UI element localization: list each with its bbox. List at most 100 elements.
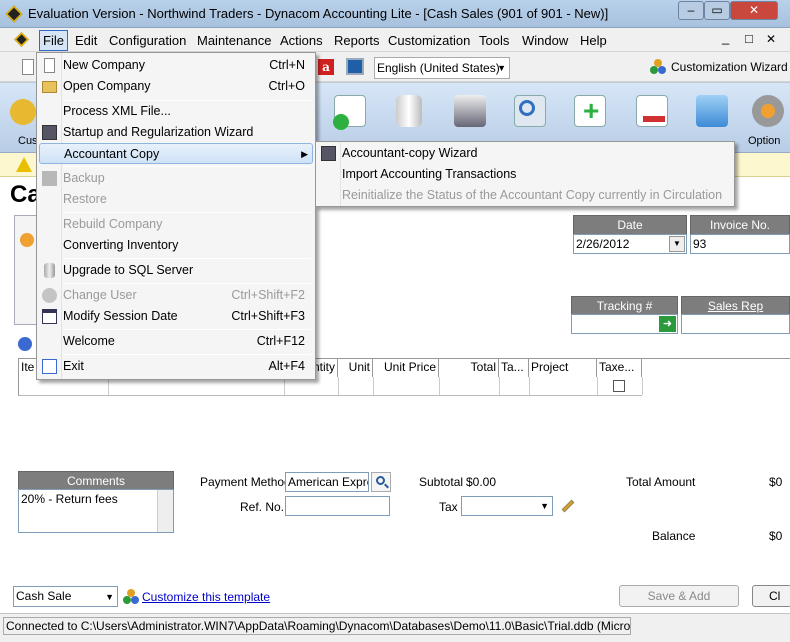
date-field[interactable]: 2/26/2012 ▼ — [573, 234, 687, 254]
menu-converting-inventory-label: Converting Inventory — [63, 238, 179, 252]
taxed-checkbox[interactable] — [613, 380, 625, 392]
disk-icon — [42, 171, 57, 186]
menu-open-company-shortcut: Ctrl+O — [268, 79, 305, 93]
database-icon[interactable] — [396, 95, 422, 127]
menu-welcome-shortcut: Ctrl+F12 — [256, 334, 305, 348]
customer-icon[interactable] — [10, 99, 36, 125]
menu-reports[interactable]: Reports — [334, 33, 380, 48]
menu-bar: File Edit Configuration Maintenance Acti… — [0, 28, 790, 52]
file-menu-dropdown: New Company Ctrl+N Open Company Ctrl+O P… — [36, 52, 316, 380]
menu-startup-wizard[interactable]: Startup and Regularization Wizard — [39, 122, 313, 143]
arrow-right-icon[interactable]: ➜ — [659, 316, 676, 332]
menu-edit[interactable]: Edit — [75, 33, 97, 48]
menu-new-company[interactable]: New Company Ctrl+N — [39, 55, 313, 76]
menu-accountant-copy-wizard[interactable]: Accountant-copy Wizard — [318, 143, 732, 164]
new-document-icon[interactable] — [22, 59, 34, 75]
menu-separator — [63, 283, 311, 284]
ref-no-field[interactable] — [285, 496, 390, 516]
menu-modify-session[interactable]: Modify Session Date Ctrl+Shift+F3 — [39, 306, 313, 327]
customization-wizard-icon — [650, 59, 666, 75]
menu-configuration[interactable]: Configuration — [109, 33, 186, 48]
sales-rep-field[interactable] — [681, 314, 790, 334]
menu-modify-session-label: Modify Session Date — [63, 309, 178, 323]
add-line-icon[interactable]: + — [574, 95, 606, 127]
menu-open-company[interactable]: Open Company Ctrl+O — [39, 76, 313, 97]
menu-rebuild-company[interactable]: Rebuild Company — [39, 214, 313, 235]
menu-accountant-copy-wizard-label: Accountant-copy Wizard — [342, 146, 478, 160]
doc-type-select[interactable]: Cash Sale ▼ — [13, 586, 118, 607]
menu-converting-inventory[interactable]: Converting Inventory — [39, 235, 313, 256]
menu-new-company-label: New Company — [63, 58, 145, 72]
language-select[interactable]: English (United States) ▼ — [374, 57, 510, 79]
menu-customization[interactable]: Customization — [388, 33, 470, 48]
minimize-button[interactable]: – — [678, 1, 704, 20]
menu-upgrade-sql-label: Upgrade to SQL Server — [63, 263, 194, 277]
items-icon — [18, 337, 32, 351]
menu-accountant-copy[interactable]: Accountant Copy ▶ — [39, 143, 313, 164]
menu-accountant-copy-label: Accountant Copy — [64, 147, 160, 161]
email-icon[interactable] — [696, 95, 728, 127]
close-form-button[interactable]: Cl — [752, 585, 790, 607]
invoice-field[interactable]: 93 — [690, 234, 790, 254]
customization-wizard-button[interactable]: Customization Wizard — [671, 60, 788, 74]
payment-method-field[interactable]: American Expres — [285, 472, 369, 492]
customer-lookup-icon[interactable] — [20, 233, 34, 247]
customer-label: Cus — [18, 135, 38, 147]
col-unit-price: Unit Price — [373, 359, 439, 377]
menu-help[interactable]: Help — [580, 33, 607, 48]
menu-window[interactable]: Window — [522, 33, 568, 48]
status-text: Connected to C:\Users\Administrator.WIN7… — [3, 617, 631, 635]
maximize-button[interactable]: ▭ — [704, 1, 730, 20]
customize-template-link[interactable]: Customize this template — [142, 590, 270, 604]
col-total: Total — [439, 359, 499, 377]
chevron-down-icon: ▼ — [540, 501, 549, 511]
report-icon[interactable]: a — [318, 59, 334, 75]
menu-restore-label: Restore — [63, 192, 107, 206]
sales-rep-header[interactable]: Sales Rep — [681, 296, 790, 316]
menu-exit-shortcut: Alt+F4 — [268, 359, 305, 373]
menu-backup[interactable]: Backup — [39, 168, 313, 189]
printer-icon[interactable] — [454, 95, 486, 127]
mdi-restore-button[interactable]: □ — [745, 31, 753, 46]
delete-line-icon[interactable] — [636, 95, 668, 127]
mdi-close-button[interactable]: ✕ — [766, 32, 776, 46]
menu-tools[interactable]: Tools — [479, 33, 509, 48]
menu-change-user-shortcut: Ctrl+Shift+F2 — [231, 288, 305, 302]
comments-field[interactable]: 20% - Return fees — [18, 489, 174, 533]
menu-rebuild-company-label: Rebuild Company — [63, 217, 163, 231]
edit-pencil-icon[interactable] — [558, 497, 576, 515]
menu-open-company-label: Open Company — [63, 79, 151, 93]
menu-reinitialize-status[interactable]: Reinitialize the Status of the Accountan… — [318, 185, 732, 206]
screen-icon[interactable] — [346, 58, 364, 75]
add-record-icon[interactable] — [333, 95, 366, 130]
search-icon[interactable] — [514, 95, 546, 127]
menu-change-user[interactable]: Change User Ctrl+Shift+F2 — [39, 285, 313, 306]
menu-maintenance[interactable]: Maintenance — [197, 33, 271, 48]
search-icon[interactable] — [371, 472, 391, 492]
save-add-button[interactable]: Save & Add — [619, 585, 739, 607]
mdi-minimize-button[interactable]: _ — [722, 30, 729, 45]
comments-scrollbar[interactable] — [157, 490, 173, 532]
menu-welcome[interactable]: Welcome Ctrl+F12 — [39, 331, 313, 352]
doc-type-value: Cash Sale — [16, 589, 72, 603]
menu-actions[interactable]: Actions — [280, 33, 323, 48]
menu-separator — [63, 166, 311, 167]
menu-file[interactable]: File — [39, 30, 68, 51]
exit-icon — [42, 359, 57, 374]
invoice-header: Invoice No. — [690, 215, 790, 235]
options-label: Option — [748, 135, 781, 147]
new-document-icon — [44, 58, 55, 73]
menu-modify-session-shortcut: Ctrl+Shift+F3 — [231, 309, 305, 323]
menu-restore[interactable]: Restore — [39, 189, 313, 210]
calendar-dropdown-icon[interactable]: ▼ — [669, 236, 685, 252]
menu-import-transactions[interactable]: Import Accounting Transactions — [318, 164, 732, 185]
close-button[interactable]: ✕ — [730, 1, 778, 20]
accountant-copy-submenu: Accountant-copy Wizard Import Accounting… — [315, 141, 735, 207]
menu-upgrade-sql[interactable]: Upgrade to SQL Server — [39, 260, 313, 281]
menu-change-user-label: Change User — [63, 288, 137, 302]
menu-exit[interactable]: Exit Alt+F4 — [39, 356, 313, 377]
options-icon[interactable] — [752, 95, 784, 127]
total-amount-value: $0 — [769, 475, 783, 489]
menu-process-xml[interactable]: Process XML File... — [39, 101, 313, 122]
tax-select[interactable]: ▼ — [461, 496, 553, 516]
